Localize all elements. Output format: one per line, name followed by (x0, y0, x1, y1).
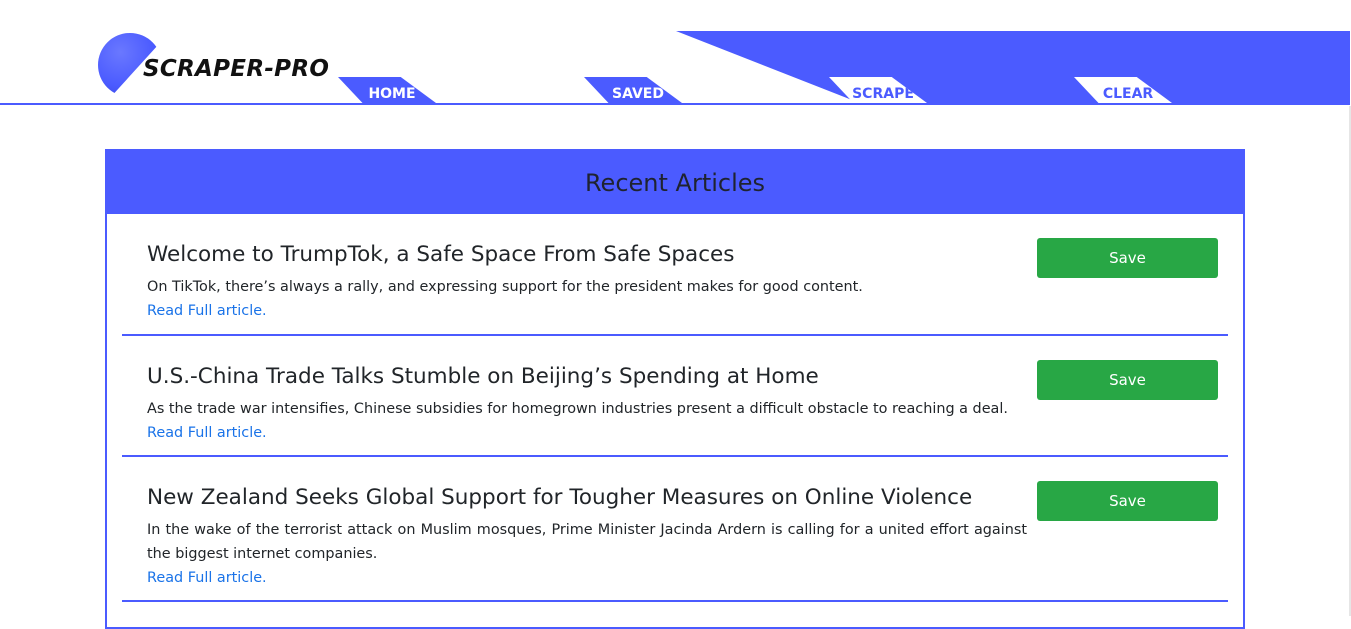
article-summary: On TikTok, there’s always a rally, and e… (147, 279, 863, 295)
article-item: U.S.-China Trade Talks Stumble on Beijin… (122, 336, 1228, 457)
recent-articles-panel: Recent Articles Welcome to TrumpTok, a S… (105, 149, 1245, 629)
panel-header: Recent Articles (107, 151, 1243, 214)
panel-title: Recent Articles (584, 168, 766, 197)
nav-tab-saved[interactable]: SAVED (584, 77, 682, 103)
header-divider (0, 103, 1349, 105)
article-title: Welcome to TrumpTok, a Safe Space From S… (147, 242, 735, 267)
nav-tab-label: SAVED (612, 86, 664, 102)
site-header: SCRAPER-PRO HOME SAVED SCRAPE CLEAR (0, 0, 1351, 106)
read-full-article-link[interactable]: Read Full article. (147, 299, 1027, 323)
article-text: U.S.-China Trade Talks Stumble on Beijin… (147, 363, 1027, 445)
article-title: U.S.-China Trade Talks Stumble on Beijin… (147, 364, 819, 389)
article-summary: As the trade war intensifies, Chinese su… (147, 401, 1008, 417)
nav-tab-label: HOME (368, 86, 416, 102)
article-text: New Zealand Seeks Global Support for Tou… (147, 484, 1027, 590)
nav-tab-label: CLEAR (1102, 86, 1154, 102)
save-button[interactable]: Save (1037, 238, 1218, 278)
save-button[interactable]: Save (1037, 360, 1218, 400)
nav-tab-home[interactable]: HOME (338, 77, 436, 103)
article-text: Welcome to TrumpTok, a Safe Space From S… (147, 241, 1027, 323)
article-summary: In the wake of the terrorist attack on M… (147, 522, 1027, 562)
article-title: New Zealand Seeks Global Support for Tou… (147, 485, 973, 510)
header-accent-wedge (676, 31, 1350, 105)
read-full-article-link[interactable]: Read Full article. (147, 421, 1027, 445)
article-item: New Zealand Seeks Global Support for Tou… (122, 457, 1228, 602)
nav-tab-label: SCRAPE (852, 86, 914, 102)
read-full-article-link[interactable]: Read Full article. (147, 566, 1027, 590)
save-button[interactable]: Save (1037, 481, 1218, 521)
article-item: Welcome to TrumpTok, a Safe Space From S… (122, 214, 1228, 336)
brand-name[interactable]: SCRAPER-PRO (143, 56, 329, 82)
